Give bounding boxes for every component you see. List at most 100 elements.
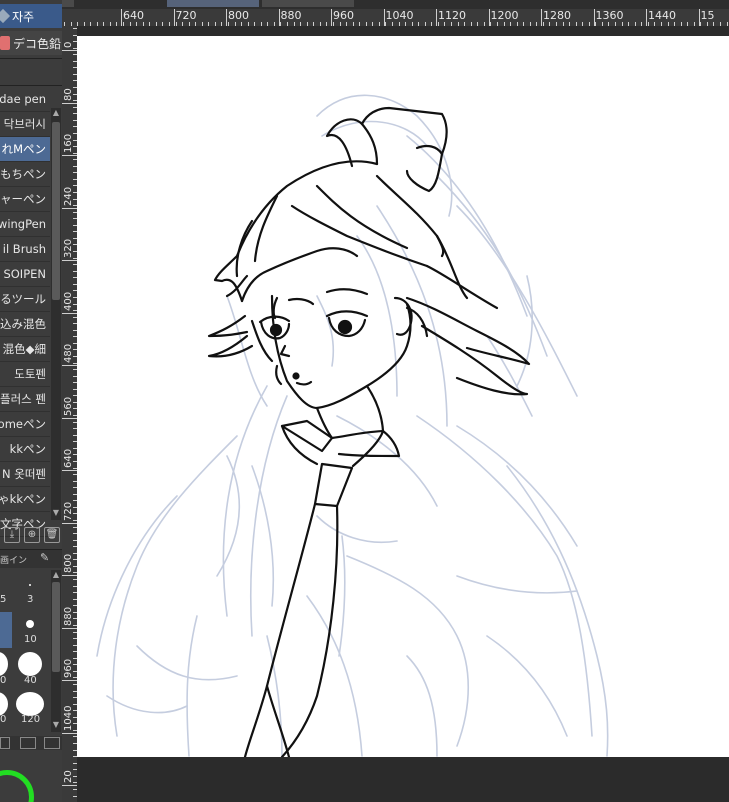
brush-item-label: ャーペン: [0, 192, 46, 206]
drawing-canvas[interactable]: [77, 36, 729, 757]
brush-item[interactable]: 닥브러시: [0, 112, 50, 137]
vertical-ruler: 0 80 160 240 320 400 480 560 640 720 800 880 960 1040…: [62, 26, 77, 802]
ruler-label: 960: [63, 658, 74, 678]
brush-item-label: れMペン: [1, 142, 46, 156]
color-pencil-icon: [0, 36, 10, 50]
ruler-label: 720: [175, 9, 197, 22]
brush-item-label: il Brush: [2, 242, 46, 256]
brush-item[interactable]: れMペン: [0, 137, 50, 162]
size-dot-large[interactable]: [0, 652, 8, 676]
scroll-down-icon[interactable]: ▼: [51, 720, 61, 730]
brush-size-tab-bar: 画イン ✎: [0, 549, 62, 568]
brush-item-label: dae pen: [0, 92, 46, 106]
brush-item[interactable]: 込み混色: [0, 312, 50, 337]
horizontal-ruler: 640 720 800 880 960 1040 1120 1200 1280 1360 1440 1…: [62, 0, 729, 26]
brush-item[interactable]: ャーペン: [0, 187, 50, 212]
ruler-major-tick: [278, 9, 280, 26]
ruler-major-tick: [62, 417, 77, 419]
ruler-label: 1120: [438, 9, 466, 22]
brush-item[interactable]: kkペン: [0, 437, 50, 462]
brush-size-scrollbar[interactable]: ▲ ▼: [51, 570, 61, 732]
brush-item[interactable]: ゃkkペン: [0, 487, 50, 512]
ruler-label: 640: [123, 9, 144, 22]
brush-item[interactable]: 도토펜: [0, 362, 50, 387]
size-dot-120[interactable]: [16, 692, 44, 716]
brush-item[interactable]: SOIPEN: [0, 262, 50, 287]
ruler-major-tick: [62, 732, 77, 734]
canvas-area[interactable]: [77, 26, 729, 802]
size-label: 10: [24, 634, 37, 645]
ruler-major-tick: [62, 312, 77, 314]
size-dot-40[interactable]: [18, 652, 42, 676]
tool-group-label: デコ色鉛: [13, 36, 62, 51]
brush-list-scrollbar[interactable]: ▲ ▼: [51, 108, 61, 520]
size-label: 5: [0, 594, 7, 605]
ruler-label: 800: [63, 553, 74, 573]
scrollbar-thumb[interactable]: [52, 122, 60, 300]
brush-item-label: SOIPEN: [3, 267, 46, 281]
ruler-label: 15: [700, 9, 715, 22]
brush-size-tab-label[interactable]: 画イン: [0, 553, 27, 566]
brush-item[interactable]: N 옷떠펜: [0, 462, 50, 487]
size-label: 120: [21, 714, 41, 725]
panel-menu-icon[interactable]: [20, 737, 36, 749]
brush-item[interactable]: wingPen: [0, 212, 50, 237]
ruler-label: 240: [63, 186, 74, 206]
panel-footer: [0, 736, 62, 750]
size-dot-10[interactable]: [26, 620, 34, 628]
brush-item-label: 플러스 펜: [0, 392, 46, 406]
ruler-label: 880: [280, 9, 302, 22]
copy-subtool-icon[interactable]: ⤓: [4, 527, 20, 543]
brush-item[interactable]: るツール: [0, 287, 50, 312]
ruler-label: 560: [63, 396, 74, 416]
brush-item-label: 도토펜: [14, 367, 46, 381]
ruler-major-tick: [62, 155, 77, 156]
panel-menu-icon[interactable]: [44, 737, 60, 749]
tool-tab-favorites[interactable]: 자주: [0, 4, 62, 28]
pen-tool-icon: [0, 8, 11, 24]
brush-item[interactable]: 플러스 펜: [0, 387, 50, 412]
ruler-label: 720: [63, 501, 74, 521]
ruler-major-tick: [62, 207, 77, 209]
rough-sketch-layer: [96, 94, 609, 757]
pencil-icon[interactable]: ✎: [40, 551, 49, 564]
ruler-major-tick: [173, 9, 175, 26]
tool-group-tab[interactable]: デコ色鉛: [0, 31, 62, 55]
size-label: 40: [24, 675, 37, 686]
brush-item-label: 混色◆細: [2, 342, 46, 356]
brush-item[interactable]: 混色◆細: [0, 337, 50, 362]
brush-item-label: N 옷떠펜: [2, 467, 46, 481]
panel-divider: [0, 58, 62, 59]
size-dot-3[interactable]: [29, 584, 31, 586]
brush-item-label: wingPen: [0, 217, 46, 231]
scroll-up-icon[interactable]: ▲: [51, 570, 61, 580]
duplicate-subtool-icon[interactable]: ⊕: [24, 527, 40, 543]
brush-item-label: omeペン: [0, 417, 46, 431]
brush-item[interactable]: もちペン: [0, 162, 50, 187]
ruler-label: 320: [63, 238, 74, 258]
ruler-major-tick: [593, 9, 595, 26]
delete-subtool-icon[interactable]: 🗑: [44, 527, 60, 543]
scroll-up-icon[interactable]: ▲: [51, 108, 61, 118]
brush-item[interactable]: omeペン: [0, 412, 50, 437]
canvas-tab-strip: [62, 0, 729, 9]
ruler-label: 1280: [543, 9, 571, 22]
size-dot-large[interactable]: [0, 692, 8, 716]
ruler-major-tick: [62, 680, 77, 681]
ruler-major-tick: [62, 102, 77, 104]
ruler-major-tick: [331, 9, 332, 26]
panel-menu-icon[interactable]: [0, 737, 10, 749]
selected-size-cell[interactable]: [0, 612, 12, 648]
ruler-label: 480: [63, 343, 74, 363]
scrollbar-thumb[interactable]: [52, 582, 60, 672]
color-wheel-icon[interactable]: [0, 770, 34, 802]
ruler-major-tick: [226, 9, 227, 26]
ruler-major-tick: [62, 522, 77, 524]
brush-item[interactable]: dae pen: [0, 87, 50, 112]
scroll-down-icon[interactable]: ▼: [51, 508, 61, 518]
brush-item[interactable]: il Brush: [0, 237, 50, 262]
ruler-major-tick: [541, 9, 542, 26]
brush-item-label: 닥브러시: [3, 117, 46, 131]
ink-line-layer: [207, 106, 531, 757]
ruler-label: 160: [63, 133, 74, 153]
